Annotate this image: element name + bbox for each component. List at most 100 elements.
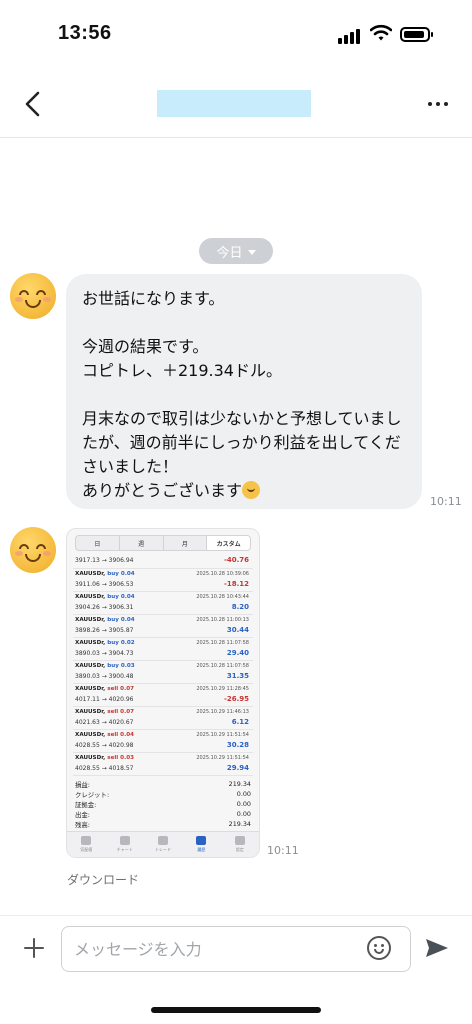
trade-prices: 4017.11 → 4020.96	[75, 696, 134, 703]
summary-label: 残高:	[75, 821, 90, 829]
trade-prices: 4028.55 → 4020.98	[75, 742, 134, 749]
trade-profit: -26.95	[223, 695, 249, 703]
trade-profit: 6.12	[231, 718, 249, 726]
summary-row: 残高: 219.34	[75, 820, 251, 830]
trade-symbol: XAUUSDr, buy 0.03	[75, 663, 135, 669]
trade-profit: 30.28	[226, 741, 249, 749]
trade-side: buy 0.04	[107, 617, 135, 623]
trade-row: XAUUSDr, sell 0.07 4017.11 → 4020.96 2025.…	[73, 684, 253, 707]
text-message-bubble[interactable]: お世話になります。 今週の結果です。 コピトレ、＋219.34ドル。 月末なので…	[66, 274, 422, 509]
app-nav-item: チャート	[105, 832, 143, 857]
avatar[interactable]	[10, 273, 56, 319]
chevron-down-icon	[247, 249, 256, 255]
app-nav-label: チャート	[116, 847, 133, 852]
trade-side: buy 0.03	[107, 663, 135, 669]
emoji-button[interactable]	[367, 936, 391, 960]
trade-symbol: XAUUSDr, sell 0.04	[75, 732, 134, 738]
trade-prices: 4028.55 → 4018.57	[75, 765, 134, 772]
message-line-text: ありがとうございます	[82, 481, 243, 500]
trade-row: XAUUSDr, sell 0.03 4028.55 → 4018.57 2025.…	[73, 753, 253, 776]
date-chip-label: 今日	[216, 245, 243, 261]
trade-datetime: 2025.10.29 11:28:45	[196, 686, 249, 692]
trade-symbol: XAUUSDr, buy 0.04	[75, 594, 135, 600]
app-nav-icon	[119, 836, 130, 845]
trade-list: 3917.13 → 3906.94 -40.76 XAUUSDr, buy 0.…	[67, 555, 259, 776]
image-message[interactable]: 日 週 月 カスタム 3917.13 → 3906.94 -40.76 XAUU…	[66, 528, 260, 858]
message-line: お世話になります。	[82, 289, 225, 308]
trade-side: sell 0.07	[107, 686, 134, 692]
period-tabs: 日 週 月 カスタム	[75, 535, 251, 551]
message-line-last: ありがとうございます	[82, 479, 406, 503]
trade-datetime: 2025.10.28 11:07:58	[196, 663, 249, 669]
date-chip[interactable]: 今日	[199, 238, 273, 264]
chat-header	[0, 70, 472, 138]
trade-datetime: 2025.10.29 11:51:54	[196, 755, 249, 761]
trade-symbol: XAUUSDr, buy 0.02	[75, 640, 135, 646]
trade-row: XAUUSDr, buy 0.04 3911.06 → 3906.53 2025.1…	[73, 569, 253, 592]
summary-label: 出金:	[75, 811, 90, 819]
trade-side: buy 0.02	[107, 640, 135, 646]
download-link[interactable]: ダウンロード	[67, 871, 139, 888]
summary-label: 損益:	[75, 781, 90, 789]
bowing-emoji-icon	[242, 481, 261, 499]
plus-button[interactable]	[22, 936, 46, 960]
summary-value: 219.34	[228, 820, 251, 828]
message-line: 月末なので取引は少ないかと予想していましたが、週の前半にしっかり利益を出してくだ…	[82, 409, 402, 476]
app-nav-label: トレード	[155, 847, 172, 852]
status-time: 13:56	[58, 22, 112, 44]
trade-profit: 31.35	[226, 672, 249, 680]
trade-profit: -18.12	[223, 580, 249, 588]
cellular-signal-icon	[338, 28, 362, 44]
trade-prices: 3911.06 → 3906.53	[75, 581, 134, 588]
trade-symbol: XAUUSDr, sell 0.03	[75, 755, 134, 761]
trade-row: XAUUSDr, buy 0.03 3890.03 → 3900.48 2025.1…	[73, 661, 253, 684]
app-nav-icon	[158, 836, 169, 845]
tab-custom: カスタム	[207, 536, 250, 550]
app-nav-item: 気配値	[67, 832, 105, 857]
app-nav-label: 履歴	[197, 847, 206, 852]
trade-datetime: 2025.10.28 11:07:58	[196, 640, 249, 646]
trade-profit: 29.94	[226, 764, 249, 772]
more-options-button[interactable]	[424, 96, 452, 112]
summary-row: 損益: 219.34	[75, 780, 251, 790]
app-nav-icon	[81, 836, 92, 845]
trade-datetime: 2025.10.29 11:46:13	[196, 709, 249, 715]
app-bottom-nav: 気配値 チャート トレード 履歴 設定	[67, 831, 259, 857]
send-button[interactable]	[424, 936, 450, 960]
trade-row: XAUUSDr, sell 0.04 4028.55 → 4020.98 2025.…	[73, 730, 253, 753]
summary-row: 証拠金: 0.00	[75, 800, 251, 810]
trade-profit: 8.20	[231, 603, 249, 611]
trade-prices: 3890.03 → 3904.73	[75, 650, 134, 657]
summary-row: 出金: 0.00	[75, 810, 251, 820]
trade-side: buy 0.04	[107, 571, 135, 577]
trade-datetime: 2025.10.28 10:43:44	[196, 594, 249, 600]
trade-symbol: XAUUSDr, buy 0.04	[75, 617, 135, 623]
trade-datetime: 2025.10.28 10:39:06	[196, 571, 249, 577]
tab-week: 週	[120, 536, 164, 550]
back-button[interactable]	[18, 88, 50, 120]
wifi-icon	[370, 24, 392, 41]
avatar[interactable]	[10, 527, 56, 573]
trade-side: sell 0.03	[107, 755, 134, 761]
trade-symbol: XAUUSDr, sell 0.07	[75, 686, 134, 692]
summary-label: クレジット:	[75, 791, 110, 799]
summary-row: クレジット: 0.00	[75, 790, 251, 800]
trade-symbol: XAUUSDr, sell 0.07	[75, 709, 134, 715]
app-nav-label: 気配値	[80, 847, 93, 852]
trade-side: sell 0.04	[107, 732, 134, 738]
trade-profit: -40.76	[223, 556, 249, 564]
app-nav-label: 設定	[235, 847, 244, 852]
app-nav-item: トレード	[144, 832, 182, 857]
message-input[interactable]	[61, 926, 411, 972]
home-indicator	[151, 1007, 321, 1013]
summary-value: 0.00	[236, 810, 251, 818]
message-line: コピトレ、＋219.34ドル。	[82, 361, 282, 380]
tab-month: 月	[164, 536, 208, 550]
message-line: 今週の結果です。	[82, 337, 209, 356]
summary-value: 0.00	[236, 790, 251, 798]
tab-day: 日	[76, 536, 120, 550]
app-nav-icon	[234, 836, 245, 845]
chat-title-redacted	[157, 90, 311, 117]
summary-label: 証拠金:	[75, 801, 97, 809]
summary-value: 219.34	[228, 780, 251, 788]
